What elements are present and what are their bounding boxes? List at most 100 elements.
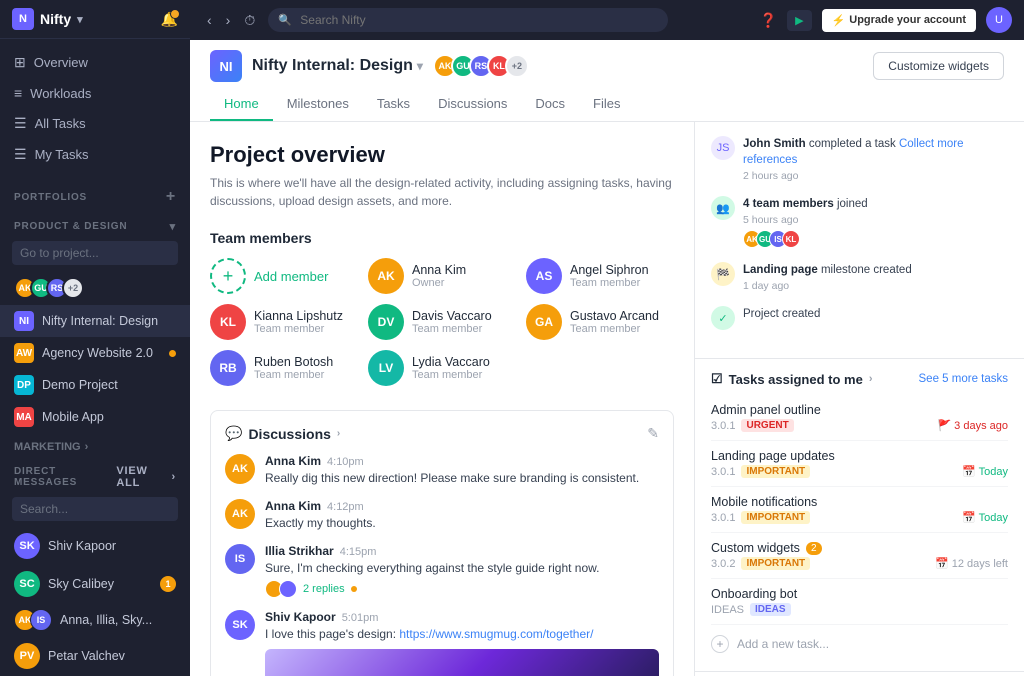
- replies-count[interactable]: 2 replies: [303, 583, 345, 595]
- view-all-dm-button[interactable]: View all: [116, 465, 171, 489]
- project-item-nifty-internal[interactable]: NI Nifty Internal: Design: [0, 305, 190, 337]
- project-avatar: NI: [14, 311, 34, 331]
- tab-docs[interactable]: Docs: [521, 90, 579, 121]
- task-item: Onboarding bot IDEAS IDEAS: [711, 579, 1008, 625]
- add-portfolio-button[interactable]: +: [166, 188, 176, 206]
- sidebar-header: N Nifty ▾ 🔔: [0, 0, 190, 39]
- sidebar-item-label: Overview: [34, 55, 88, 70]
- main-body: Project overview This is where we'll hav…: [190, 122, 1024, 676]
- dm-avatar: SK: [14, 533, 40, 559]
- activity-content: 4 team members joined 5 hours ago AK GU …: [743, 196, 868, 248]
- task-sub: 3.0.2 IMPORTANT: [711, 557, 810, 570]
- notifications-icon[interactable]: 🔔: [161, 11, 178, 28]
- dm-item-shiv[interactable]: SK Shiv Kapoor: [0, 527, 190, 565]
- task-meta: IDEAS IDEAS: [711, 603, 1008, 616]
- dm-badge: 1: [160, 576, 176, 592]
- tasks-title: ☑ Tasks assigned to me ›: [711, 371, 872, 387]
- member-avatar: RB: [210, 350, 246, 386]
- sidebar-item-workloads[interactable]: ≡ Workloads: [0, 78, 190, 108]
- sidebar-item-overview[interactable]: ⊞ Overview: [0, 47, 190, 78]
- activity-text: 4 team members joined: [743, 196, 868, 212]
- task-item: Admin panel outline 3.0.1 URGENT 🚩 3 day…: [711, 395, 1008, 441]
- user-avatar[interactable]: U: [986, 7, 1012, 33]
- docs-section: 📄 Docs › + Create a doc See all docs: [695, 672, 1024, 676]
- activity-item: 👥 4 team members joined 5 hours ago AK G…: [711, 196, 1008, 248]
- task-badge: 2: [806, 542, 822, 555]
- task-name: Admin panel outline: [711, 403, 1008, 417]
- activity-item: ✓ Project created: [711, 306, 1008, 330]
- nav-forward-button[interactable]: ›: [221, 9, 236, 32]
- reply-avatar: [279, 580, 297, 598]
- customize-widgets-button[interactable]: Customize widgets: [873, 52, 1004, 80]
- project-notification-dot: [169, 350, 176, 357]
- activity-time: 2 hours ago: [743, 170, 1008, 182]
- sidebar-top-icons: 🔔: [161, 11, 178, 28]
- dm-item-group[interactable]: AK IS Anna, Illia, Sky...: [0, 603, 190, 637]
- task-priority-badge: IDEAS: [750, 603, 791, 616]
- tab-discussions[interactable]: Discussions: [424, 90, 521, 121]
- project-title-chevron-icon[interactable]: ▾: [417, 59, 423, 73]
- group-avatar: IS: [30, 609, 52, 631]
- tasks-header: ☑ Tasks assigned to me › See 5 more task…: [695, 359, 1024, 395]
- dm-search-input[interactable]: [12, 497, 178, 521]
- discussion-edit-button[interactable]: ✎: [647, 425, 659, 442]
- task-date: 🚩 3 days ago: [937, 419, 1008, 432]
- add-task-button[interactable]: + Add a new task...: [711, 625, 1008, 663]
- project-search-input[interactable]: [12, 241, 178, 265]
- nav-back-button[interactable]: ‹: [202, 9, 217, 32]
- tab-tasks[interactable]: Tasks: [363, 90, 424, 121]
- marketing-section[interactable]: MARKETING ›: [0, 433, 190, 457]
- brand-icon: N: [12, 8, 34, 30]
- team-member-ruben: RB Ruben Botosh Team member: [210, 350, 358, 386]
- sidebar-item-label: My Tasks: [35, 147, 89, 162]
- tasks-icon: ☑: [711, 371, 723, 387]
- message-header: Anna Kim 4:10pm: [265, 454, 659, 468]
- discussions-title: 💬 Discussions ›: [225, 425, 340, 442]
- record-button[interactable]: ▶: [787, 10, 811, 31]
- dm-item-sky[interactable]: SC Sky Calibey 1: [0, 565, 190, 603]
- calendar-icon: 📅: [962, 465, 976, 478]
- member-info: Lydia Vaccaro Team member: [412, 355, 490, 381]
- team-member-lydia: LV Lydia Vaccaro Team member: [368, 350, 516, 386]
- see-more-tasks-button[interactable]: See 5 more tasks: [919, 373, 1008, 385]
- dm-chevron-icon: ›: [172, 471, 176, 483]
- task-priority-badge: IMPORTANT: [741, 557, 810, 570]
- tab-milestones[interactable]: Milestones: [273, 90, 363, 121]
- add-member-button[interactable]: + Add member: [210, 258, 358, 294]
- message-header: Shiv Kapoor 5:01pm: [265, 610, 659, 624]
- calendar-icon: 📅: [962, 511, 976, 524]
- task-sub: 3.0.1 IMPORTANT: [711, 511, 810, 524]
- dm-avatar: SC: [14, 571, 40, 597]
- my-tasks-icon: ☰: [14, 146, 27, 163]
- project-item-agency-website[interactable]: AW Agency Website 2.0: [0, 337, 190, 369]
- project-title: Nifty Internal: Design ▾: [252, 57, 423, 75]
- discussion-icon: 💬: [225, 425, 242, 442]
- dm-item-petar[interactable]: PV Petar Valchev: [0, 637, 190, 675]
- reply-avatars: [265, 580, 297, 598]
- upgrade-button[interactable]: ⚡ Upgrade your account: [822, 9, 976, 32]
- flag-icon: 🚩: [937, 419, 951, 432]
- nav-history-button[interactable]: ⏱: [239, 9, 260, 32]
- add-task-circle-icon: +: [711, 635, 729, 653]
- tab-home[interactable]: Home: [210, 90, 273, 121]
- left-main: Project overview This is where we'll hav…: [190, 122, 694, 676]
- help-icon[interactable]: ❓: [760, 12, 777, 29]
- sidebar-item-all-tasks[interactable]: ☰ All Tasks: [0, 108, 190, 139]
- message-header: Illia Strikhar 4:15pm: [265, 544, 659, 558]
- brand-logo[interactable]: N Nifty ▾: [12, 8, 83, 30]
- sidebar-item-my-tasks[interactable]: ☰ My Tasks: [0, 139, 190, 170]
- activity-avatars: AK GU IS KL: [743, 230, 868, 248]
- task-name: Custom widgets 2: [711, 541, 1008, 555]
- tab-files[interactable]: Files: [579, 90, 634, 121]
- project-item-mobile-app[interactable]: MA Mobile App: [0, 401, 190, 433]
- project-title-left: NI Nifty Internal: Design ▾ AK GU RS KL …: [210, 50, 529, 82]
- message-link[interactable]: https://www.smugmug.com/together/: [399, 627, 593, 641]
- topbar-search-input[interactable]: [268, 8, 668, 32]
- topbar-search-wrap: [268, 8, 668, 32]
- product-design-header[interactable]: PRODUCT & DESIGN ▾: [0, 210, 190, 237]
- project-item-demo[interactable]: DP Demo Project: [0, 369, 190, 401]
- project-name: Demo Project: [42, 378, 176, 392]
- message-replies: 2 replies: [265, 580, 659, 598]
- member-info: Anna Kim Owner: [412, 263, 466, 289]
- activity-content: John Smith completed a task Collect more…: [743, 136, 1008, 182]
